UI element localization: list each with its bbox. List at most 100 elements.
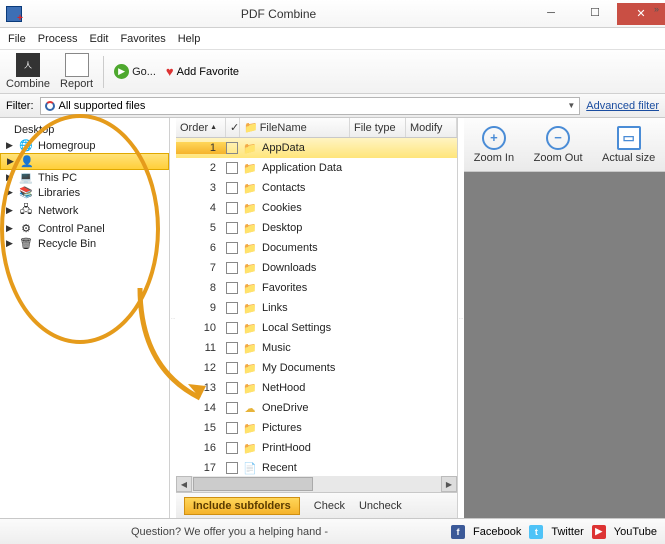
- facebook-link[interactable]: Facebook: [473, 526, 521, 538]
- file-row[interactable]: 11📁Music: [176, 338, 457, 358]
- col-filename[interactable]: 📁FileName: [240, 118, 350, 137]
- twitter-link[interactable]: Twitter: [551, 526, 583, 538]
- row-order: 14: [176, 402, 226, 414]
- row-order: 12: [176, 362, 226, 374]
- zoom-out-button[interactable]: − Zoom Out: [534, 126, 583, 164]
- file-row[interactable]: 3📁Contacts: [176, 178, 457, 198]
- tree-label: Homegroup: [38, 140, 95, 152]
- file-row[interactable]: 17📄Recent: [176, 458, 457, 476]
- row-checkbox[interactable]: [226, 162, 238, 174]
- report-button[interactable]: Report: [60, 53, 93, 90]
- check-button[interactable]: Check: [314, 500, 345, 512]
- row-checkbox[interactable]: [226, 202, 238, 214]
- folder-icon: 📁: [242, 242, 258, 255]
- scroll-right-button[interactable]: ▶: [441, 476, 457, 492]
- uncheck-button[interactable]: Uncheck: [359, 500, 402, 512]
- advanced-filter-link[interactable]: Advanced filter: [586, 100, 659, 112]
- zoom-in-icon: +: [482, 126, 506, 150]
- zoom-in-button[interactable]: + Zoom In: [474, 126, 514, 164]
- tree-item-3[interactable]: ▶📚Libraries: [0, 185, 169, 200]
- scroll-left-button[interactable]: ◀: [176, 476, 192, 492]
- file-row[interactable]: 6📁Documents: [176, 238, 457, 258]
- chevron-icon[interactable]: »: [654, 4, 659, 14]
- add-favorite-button[interactable]: ♥ Add Favorite: [166, 64, 239, 79]
- hscrollbar[interactable]: ◀ ▶: [176, 476, 457, 492]
- row-checkbox[interactable]: [226, 422, 238, 434]
- row-order: 13: [176, 382, 226, 394]
- col-check[interactable]: ✓: [226, 118, 240, 137]
- folder-icon: 📁: [242, 422, 258, 435]
- youtube-link[interactable]: YouTube: [614, 526, 657, 538]
- file-row[interactable]: 4📁Cookies: [176, 198, 457, 218]
- go-button[interactable]: ▶ Go...: [114, 64, 156, 79]
- col-order[interactable]: Order▲: [176, 118, 226, 137]
- menu-help[interactable]: Help: [178, 33, 201, 45]
- folder-icon: 📁: [242, 142, 258, 155]
- row-filename: Links: [262, 302, 288, 314]
- row-checkbox[interactable]: [226, 342, 238, 354]
- tree-item-0[interactable]: ▶🌐Homegroup: [0, 138, 169, 153]
- row-checkbox[interactable]: [226, 222, 238, 234]
- file-row[interactable]: 5📁Desktop: [176, 218, 457, 238]
- report-icon: [65, 53, 89, 77]
- file-row[interactable]: 16📁PrintHood: [176, 438, 457, 458]
- file-row[interactable]: 14☁OneDrive: [176, 398, 457, 418]
- file-row[interactable]: 9📁Links: [176, 298, 457, 318]
- menu-process[interactable]: Process: [38, 33, 78, 45]
- file-row[interactable]: 13📁NetHood: [176, 378, 457, 398]
- actual-size-button[interactable]: ▭ Actual size: [602, 126, 655, 164]
- tree-root[interactable]: Desktop: [0, 122, 169, 138]
- row-checkbox[interactable]: [226, 142, 238, 154]
- combine-label: Combine: [6, 78, 50, 90]
- row-checkbox[interactable]: [226, 322, 238, 334]
- menu-edit[interactable]: Edit: [89, 33, 108, 45]
- file-row[interactable]: 15📁Pictures: [176, 418, 457, 438]
- include-subfolders-button[interactable]: Include subfolders: [184, 497, 300, 515]
- col-modify[interactable]: Modify: [406, 118, 457, 137]
- combine-button[interactable]: 人 Combine: [6, 53, 50, 90]
- folder-icon: 📁: [242, 322, 258, 335]
- menu-favorites[interactable]: Favorites: [120, 33, 165, 45]
- file-row[interactable]: 12📁My Documents: [176, 358, 457, 378]
- row-checkbox[interactable]: [226, 362, 238, 374]
- col-filetype[interactable]: File type: [350, 118, 406, 137]
- row-checkbox[interactable]: [226, 382, 238, 394]
- menu-file[interactable]: File: [8, 33, 26, 45]
- tree-item-1[interactable]: ▶👤: [0, 153, 169, 170]
- tree-item-4[interactable]: ▶🖧Network: [0, 200, 169, 221]
- row-checkbox[interactable]: [226, 442, 238, 454]
- row-order: 16: [176, 442, 226, 454]
- folder-icon: 📁: [242, 442, 258, 455]
- zoomin-label: Zoom In: [474, 152, 514, 164]
- zoomout-label: Zoom Out: [534, 152, 583, 164]
- statusbar: Question? We offer you a helping hand - …: [0, 518, 665, 544]
- tree-item-2[interactable]: ▶💻This PC: [0, 170, 169, 185]
- tree-item-6[interactable]: ▶🗑Recycle Bin: [0, 236, 169, 251]
- row-order: 5: [176, 222, 226, 234]
- row-checkbox[interactable]: [226, 282, 238, 294]
- preview-pane: » + Zoom In − Zoom Out ▭ Actual size: [464, 118, 665, 518]
- maximize-button[interactable]: ☐: [573, 3, 617, 23]
- expand-icon: ▶: [6, 238, 14, 249]
- file-row[interactable]: 2📁Application Data: [176, 158, 457, 178]
- file-row[interactable]: 7📁Downloads: [176, 258, 457, 278]
- row-checkbox[interactable]: [226, 262, 238, 274]
- row-checkbox[interactable]: [226, 302, 238, 314]
- social-links: fFacebook tTwitter ▶YouTube: [451, 525, 657, 539]
- file-row[interactable]: 10📁Local Settings: [176, 318, 457, 338]
- row-filename: Application Data: [262, 162, 342, 174]
- row-checkbox[interactable]: [226, 462, 238, 474]
- row-checkbox[interactable]: [226, 402, 238, 414]
- row-checkbox[interactable]: [226, 242, 238, 254]
- folder-icon: 📁: [242, 342, 258, 355]
- tree-label: Libraries: [38, 187, 80, 199]
- file-row[interactable]: 8📁Favorites: [176, 278, 457, 298]
- heart-icon: ♥: [166, 64, 174, 79]
- file-row[interactable]: 1📁AppData: [176, 138, 457, 158]
- row-checkbox[interactable]: [226, 182, 238, 194]
- tree-item-5[interactable]: ▶⚙Control Panel: [0, 221, 169, 236]
- filter-select[interactable]: All supported files ▼: [40, 97, 581, 115]
- row-order: 10: [176, 322, 226, 334]
- minimize-button[interactable]: ─: [529, 3, 573, 23]
- scroll-thumb[interactable]: [193, 477, 313, 491]
